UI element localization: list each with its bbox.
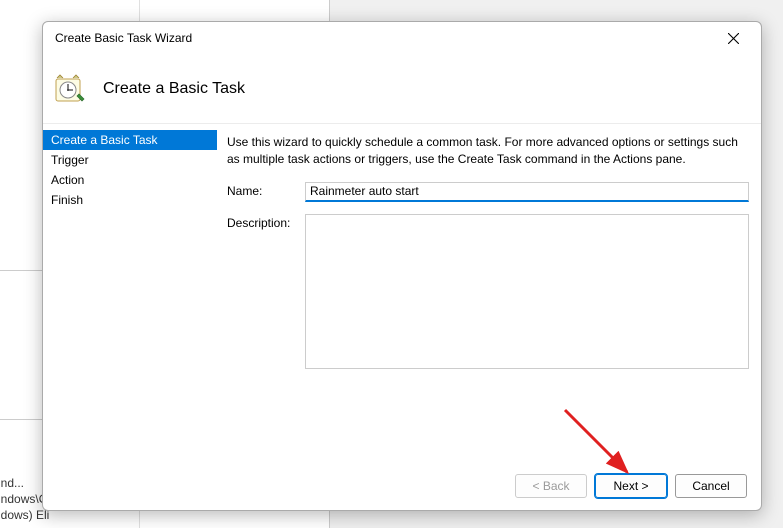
description-label: Description:: [227, 214, 305, 372]
back-button: < Back: [515, 474, 587, 498]
sidebar-item-action[interactable]: Action: [43, 170, 217, 190]
sidebar-item-finish[interactable]: Finish: [43, 190, 217, 210]
window-title: Create Basic Task Wizard: [55, 31, 713, 45]
wizard-content: Use this wizard to quickly schedule a co…: [217, 124, 761, 462]
task-clock-icon: [53, 73, 85, 105]
next-button[interactable]: Next >: [595, 474, 667, 498]
sidebar-item-create-basic-task[interactable]: Create a Basic Task: [43, 130, 217, 150]
close-button[interactable]: [713, 24, 753, 52]
wizard-sidebar: Create a Basic Task Trigger Action Finis…: [43, 124, 217, 462]
wizard-footer: < Back Next > Cancel: [43, 462, 761, 510]
titlebar: Create Basic Task Wizard: [43, 22, 761, 54]
description-input[interactable]: [305, 214, 749, 369]
wizard-dialog: Create Basic Task Wizard Create a Basic …: [42, 21, 762, 511]
wizard-body: Create a Basic Task Trigger Action Finis…: [43, 124, 761, 462]
intro-text: Use this wizard to quickly schedule a co…: [227, 134, 749, 168]
name-label: Name:: [227, 182, 305, 202]
wizard-header: Create a Basic Task: [43, 54, 761, 124]
cancel-button[interactable]: Cancel: [675, 474, 747, 498]
description-row: Description:: [227, 214, 749, 372]
close-icon: [728, 33, 739, 44]
page-title: Create a Basic Task: [103, 80, 245, 98]
name-row: Name:: [227, 182, 749, 202]
name-input[interactable]: [305, 182, 749, 202]
sidebar-item-trigger[interactable]: Trigger: [43, 150, 217, 170]
